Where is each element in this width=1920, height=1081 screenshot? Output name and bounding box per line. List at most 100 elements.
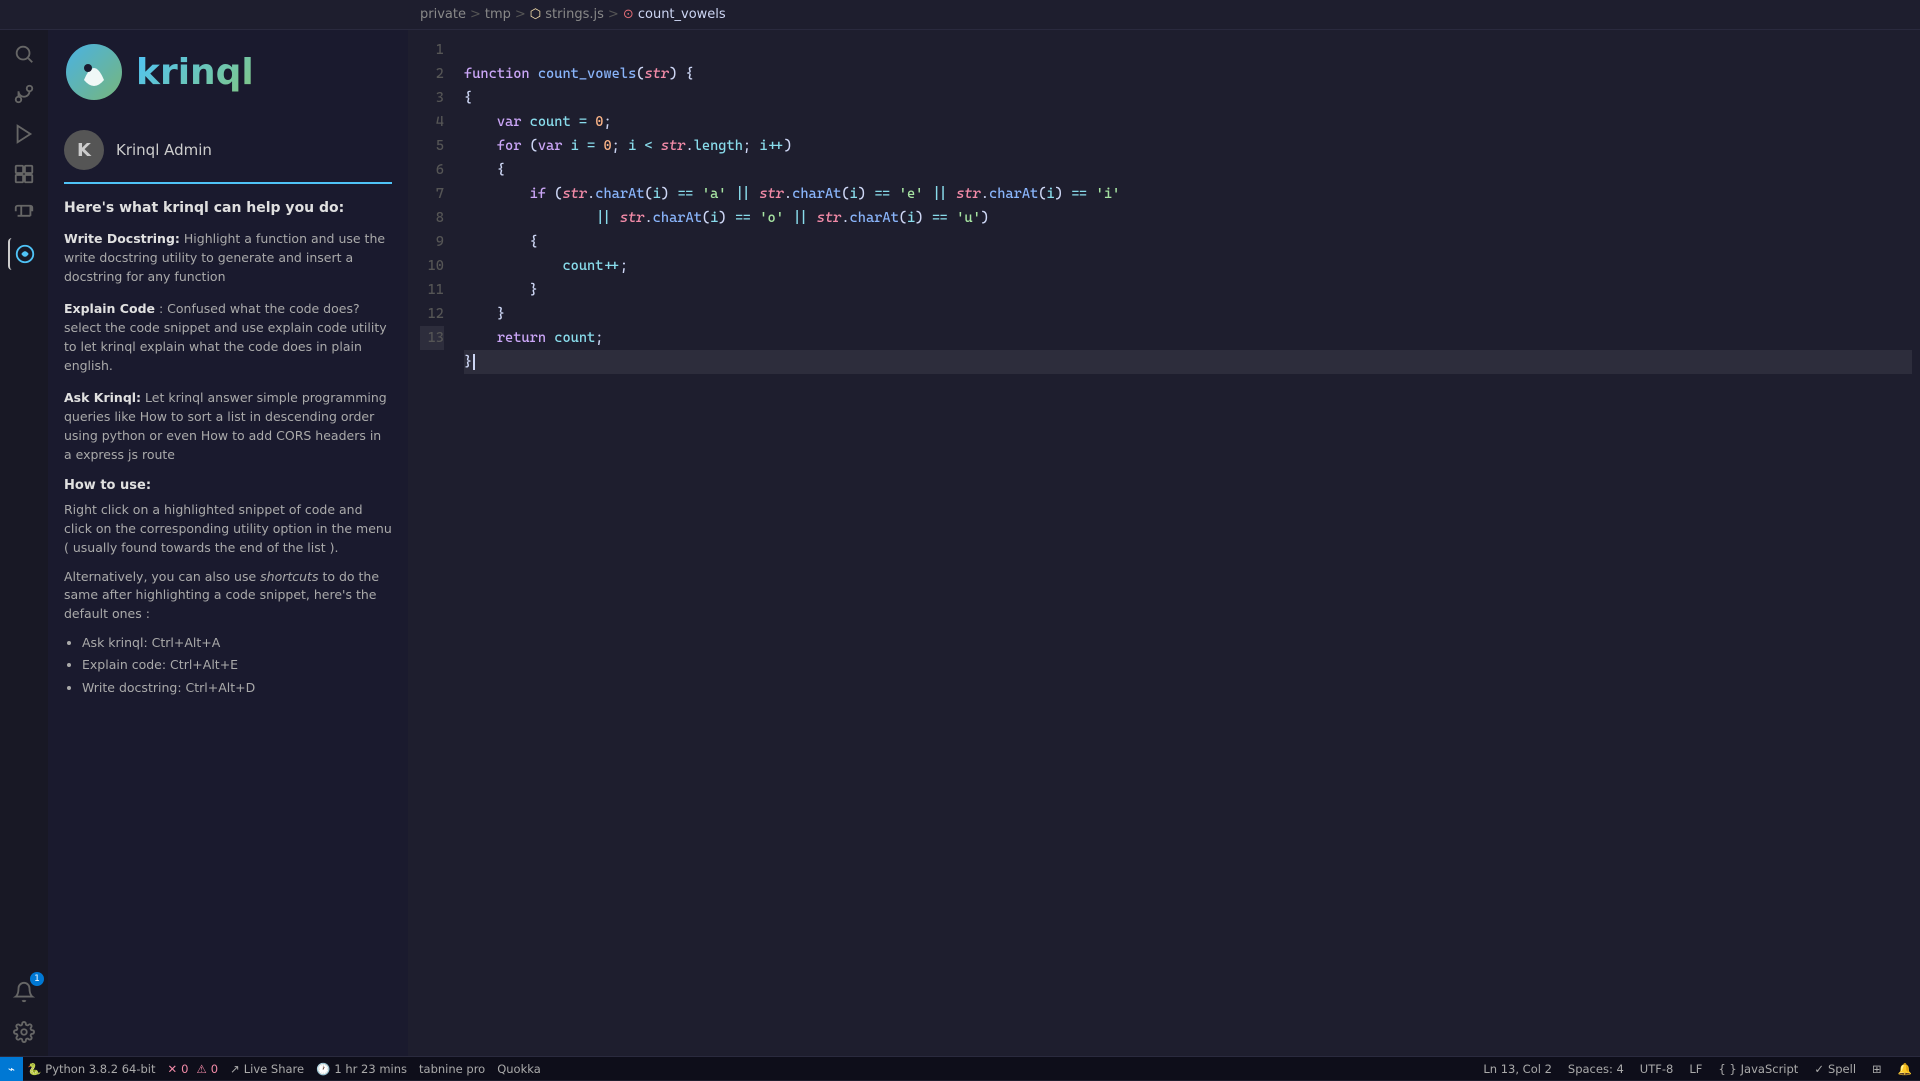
- activity-bar: 1: [0, 30, 48, 1056]
- sep2: >: [515, 7, 526, 22]
- krinql-logo-icon: [64, 42, 124, 102]
- live-share-icon: ↗: [230, 1062, 240, 1076]
- spell-label: Spell: [1828, 1062, 1856, 1076]
- status-time[interactable]: 🕐 1 hr 23 mins: [316, 1062, 407, 1076]
- error-count: 0: [181, 1062, 188, 1076]
- tabnine-label: tabnine pro: [419, 1062, 485, 1076]
- breadcrumb-function[interactable]: ⊙ count_vowels: [623, 7, 726, 22]
- line-numbers: 1 2 3 4 5 6 7 8 9 10 11 12 13: [408, 38, 456, 1048]
- encoding-label: UTF-8: [1640, 1062, 1674, 1076]
- line-2: {: [464, 90, 472, 106]
- run-debug-icon[interactable]: [8, 118, 40, 150]
- warning-count: 0: [211, 1062, 218, 1076]
- extensions-icon[interactable]: [8, 158, 40, 190]
- line-6: if (str.charAt(i) == 'a' || str.charAt(i…: [464, 186, 1120, 202]
- line-10: }: [464, 282, 538, 298]
- status-position[interactable]: Ln 13, Col 2: [1483, 1062, 1552, 1076]
- line-12: return count;: [464, 330, 603, 346]
- source-control-icon[interactable]: [8, 78, 40, 110]
- shortcuts-intro: Alternatively, you can also use shortcut…: [64, 568, 392, 624]
- help-heading: Here's what krinql can help you do:: [64, 200, 392, 216]
- how-to-use-body: Right click on a highlighted snippet of …: [64, 501, 392, 557]
- breadcrumb-file[interactable]: ⬡ strings.js: [530, 7, 604, 22]
- shortcut-explain: Explain code: Ctrl+Alt+E: [82, 654, 392, 677]
- notification-badge: 1: [30, 972, 44, 986]
- search-icon[interactable]: [8, 38, 40, 70]
- code-container[interactable]: 1 2 3 4 5 6 7 8 9 10 11 12 13 function c…: [408, 30, 1920, 1056]
- code-content[interactable]: function count_vowels(str) { { var count…: [456, 38, 1920, 1048]
- line-11: }: [464, 306, 505, 322]
- help-title-docstring: Write Docstring:: [64, 231, 180, 246]
- clock-icon: 🕐: [316, 1062, 330, 1076]
- language-label: JavaScript: [1741, 1062, 1799, 1076]
- time-label: 1 hr 23 mins: [334, 1062, 407, 1076]
- line-7: || str.charAt(i) == 'o' || str.charAt(i)…: [464, 210, 989, 226]
- status-quokka[interactable]: Quokka: [497, 1062, 541, 1076]
- status-layout[interactable]: ⊞: [1872, 1062, 1882, 1076]
- shortcuts-list: Ask krinql: Ctrl+Alt+A Explain code: Ctr…: [64, 632, 392, 700]
- status-spaces[interactable]: Spaces: 4: [1568, 1062, 1624, 1076]
- python-version-label: Python 3.8.2 64-bit: [45, 1062, 155, 1076]
- how-to-use-title: How to use:: [64, 478, 392, 493]
- bell-icon: 🔔: [1898, 1062, 1912, 1076]
- line-1: function count_vowels(str) {: [464, 66, 694, 82]
- sep1: >: [470, 7, 481, 22]
- status-language[interactable]: { } JavaScript: [1718, 1062, 1798, 1076]
- status-remote[interactable]: ⌁: [0, 1057, 23, 1081]
- layout-icon: ⊞: [1872, 1062, 1882, 1076]
- line-5: {: [464, 162, 505, 178]
- status-encoding[interactable]: UTF-8: [1640, 1062, 1674, 1076]
- quokka-label: Quokka: [497, 1062, 541, 1076]
- line-4: for (var i = 0; i < str.length; i++): [464, 138, 792, 154]
- sidebar: krinql K Krinql Admin Here's what krinql…: [48, 30, 408, 1056]
- line-8: {: [464, 234, 538, 250]
- status-errors[interactable]: ✕ 0 ⚠ 0: [168, 1062, 219, 1076]
- live-share-label: Live Share: [244, 1062, 304, 1076]
- help-title-ask: Ask Krinql:: [64, 390, 141, 405]
- breadcrumb-bar: private > tmp > ⬡ strings.js > ⊙ count_v…: [0, 0, 1920, 30]
- help-item-explain: Explain Code : Confused what the code do…: [64, 300, 392, 375]
- status-live-share[interactable]: ↗ Live Share: [230, 1062, 304, 1076]
- status-left: ⌁ 🐍 Python 3.8.2 64-bit ✕ 0 ⚠ 0 ↗ Live S…: [8, 1057, 541, 1081]
- spaces-label: Spaces: 4: [1568, 1062, 1624, 1076]
- krinql-icon[interactable]: [8, 238, 40, 270]
- user-section: K Krinql Admin: [64, 130, 392, 184]
- warning-icon: ⚠: [196, 1062, 206, 1076]
- language-icon: { }: [1718, 1062, 1736, 1076]
- logo-text: krinql: [136, 52, 254, 93]
- help-section: Here's what krinql can help you do: Writ…: [64, 200, 392, 699]
- status-python[interactable]: 🐍 Python 3.8.2 64-bit: [27, 1062, 156, 1076]
- editor-area[interactable]: 1 2 3 4 5 6 7 8 9 10 11 12 13 function c…: [408, 30, 1920, 1056]
- shortcuts-section: How to use: Right click on a highlighted…: [64, 478, 392, 699]
- python-icon: 🐍: [27, 1062, 41, 1076]
- status-line-ending[interactable]: LF: [1689, 1062, 1702, 1076]
- main-layout: 1: [0, 30, 1920, 1056]
- breadcrumb-private[interactable]: private: [420, 7, 466, 22]
- line-ending-label: LF: [1689, 1062, 1702, 1076]
- help-item-ask: Ask Krinql: Let krinql answer simple pro…: [64, 389, 392, 464]
- status-spell[interactable]: ✓ Spell: [1814, 1062, 1856, 1076]
- test-icon[interactable]: [8, 198, 40, 230]
- position-label: Ln 13, Col 2: [1483, 1062, 1552, 1076]
- remote-icon: ⌁: [8, 1062, 15, 1076]
- activity-bar-bottom: 1: [8, 976, 40, 1056]
- status-right: Ln 13, Col 2 Spaces: 4 UTF-8 LF { } Java…: [1483, 1062, 1912, 1076]
- error-icon: ✕: [168, 1062, 178, 1076]
- line-3: var count = 0;: [464, 114, 612, 130]
- status-bar: ⌁ 🐍 Python 3.8.2 64-bit ✕ 0 ⚠ 0 ↗ Live S…: [0, 1056, 1920, 1080]
- line-13: }: [464, 350, 1912, 374]
- line-9: count++;: [464, 258, 628, 274]
- help-item-docstring: Write Docstring: Highlight a function an…: [64, 230, 392, 286]
- status-bell[interactable]: 🔔: [1898, 1062, 1912, 1076]
- shortcut-ask: Ask krinql: Ctrl+Alt+A: [82, 632, 392, 655]
- username: Krinql Admin: [116, 141, 212, 159]
- notifications-icon[interactable]: 1: [8, 976, 40, 1008]
- avatar: K: [64, 130, 104, 170]
- status-tabnine[interactable]: tabnine pro: [419, 1062, 485, 1076]
- breadcrumb-tmp[interactable]: tmp: [485, 7, 511, 22]
- settings-icon[interactable]: [8, 1016, 40, 1048]
- logo-section: krinql: [64, 42, 392, 114]
- help-title-explain: Explain Code: [64, 301, 155, 316]
- spell-icon: ✓: [1814, 1062, 1824, 1076]
- shortcut-docstring: Write docstring: Ctrl+Alt+D: [82, 677, 392, 700]
